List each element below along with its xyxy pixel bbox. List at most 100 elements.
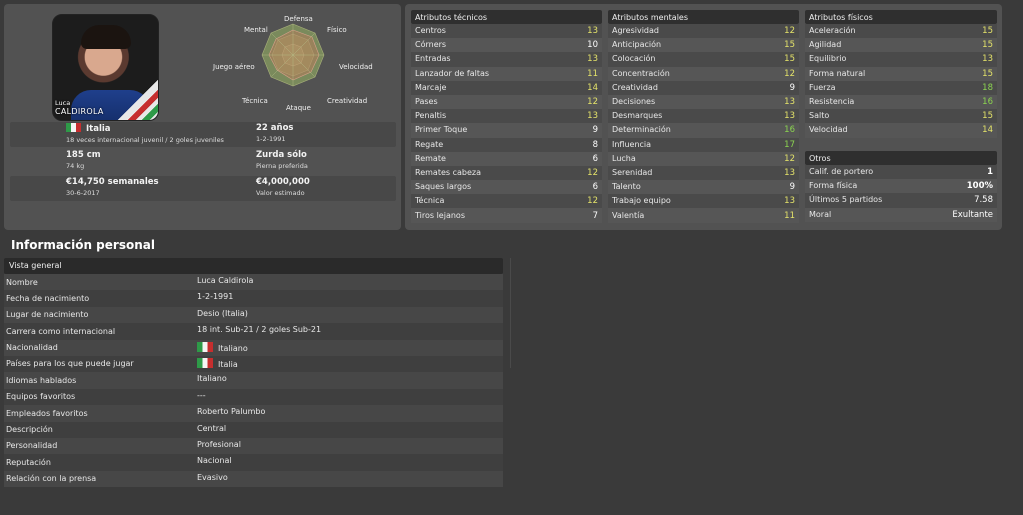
- attribute-value: 17: [784, 139, 795, 150]
- attribute-value: 15: [982, 40, 993, 51]
- attribute-value: 12: [587, 97, 598, 108]
- physical-header: Atributos físicos: [805, 10, 997, 24]
- attribute-label: Centros: [415, 26, 446, 36]
- personal-row-value: Italiano: [197, 374, 227, 383]
- mental-attributes: Atributos mentales Agresividad 12 Anticipa…: [608, 10, 799, 223]
- radar-label-ataque: Ataque: [286, 104, 311, 112]
- personal-row-label: Nombre: [6, 277, 38, 287]
- attribute-label: Anticipación: [612, 40, 662, 50]
- mental-attribute-row[interactable]: Desmarques 13: [608, 109, 799, 124]
- attribute-value: 7: [592, 210, 598, 221]
- other-attribute-row[interactable]: Forma física 100%: [805, 179, 997, 194]
- attribute-label: Equilibrio: [809, 54, 847, 64]
- physical-attribute-row[interactable]: Equilibrio 13: [805, 52, 997, 67]
- attribute-label: Remates cabeza: [415, 167, 481, 177]
- personal-row-label: Nacionalidad: [6, 343, 58, 353]
- attribute-value: 9: [789, 182, 795, 193]
- technical-attribute-row[interactable]: Penaltis 13: [411, 109, 602, 124]
- value-sub-text: Valor estimado: [256, 189, 305, 197]
- physical-attribute-row[interactable]: Resistencia 16: [805, 94, 997, 110]
- personal-row-value-text: ---: [197, 390, 206, 400]
- technical-attribute-row[interactable]: Saques largos 6: [411, 180, 602, 195]
- personal-row: Reputación Nacional: [4, 454, 503, 471]
- attribute-label: Regate: [415, 139, 444, 149]
- personal-info-table: Vista general Nombre Luca Caldirola Fecha …: [4, 258, 503, 488]
- physical-attribute-row[interactable]: Agilidad 15: [805, 38, 997, 53]
- nationality-cell: Italia 18 veces internacional juvenil / …: [66, 123, 224, 145]
- attribute-label: Agresividad: [612, 26, 659, 36]
- mental-attribute-row[interactable]: Influencia 17: [608, 137, 799, 152]
- foot-cell: Zurda sólo Pierna preferida: [256, 150, 308, 171]
- other-attribute-row[interactable]: Últimos 5 partidos 7.58: [805, 193, 997, 208]
- attribute-value: 13: [587, 111, 598, 122]
- attribute-label: Agilidad: [809, 40, 842, 50]
- other-attribute-row[interactable]: Calif. de portero 1: [805, 165, 997, 180]
- mental-attribute-row[interactable]: Serenidad 13: [608, 165, 799, 181]
- personal-row-value-text: Central: [197, 423, 227, 433]
- attribute-value: 13: [982, 54, 993, 65]
- attribute-value: 13: [784, 167, 795, 178]
- technical-attribute-row[interactable]: Remates cabeza 12: [411, 165, 602, 181]
- attribute-label: Tiros lejanos: [415, 210, 465, 220]
- physical-attribute-row[interactable]: Forma natural 15: [805, 66, 997, 81]
- height-text: 185 cm: [66, 150, 101, 160]
- attribute-value: 12: [784, 26, 795, 37]
- attribute-label: Forma física: [809, 181, 858, 191]
- technical-attribute-row[interactable]: Lanzador de faltas 11: [411, 66, 602, 81]
- mental-attribute-row[interactable]: Lucha 12: [608, 151, 799, 166]
- technical-attribute-row[interactable]: Técnica 12: [411, 194, 602, 209]
- physical-attributes: Atributos físicos Aceleración 15 Agilidad 1…: [805, 10, 997, 138]
- attribute-value: 10: [587, 40, 598, 51]
- technical-attribute-row[interactable]: Marcaje 14: [411, 80, 602, 95]
- personal-row: Personalidad Profesional: [4, 437, 503, 455]
- weight-text: 74 kg: [66, 162, 85, 170]
- personal-row-value-text: Roberto Palumbo: [197, 407, 266, 417]
- physical-attribute-row[interactable]: Velocidad 14: [805, 123, 997, 138]
- technical-attribute-row[interactable]: Remate 6: [411, 151, 602, 166]
- mental-attribute-row[interactable]: Anticipación 15: [608, 38, 799, 53]
- attribute-value: 16: [982, 97, 993, 108]
- physical-attribute-row[interactable]: Salto 15: [805, 109, 997, 124]
- player-profile-panel: Luca CALDIROLA Defensa Físico Velocidad …: [4, 4, 401, 230]
- personal-row: Carrera como internacional 18 int. Sub-21…: [4, 323, 503, 340]
- wage-text: €14,750 semanales: [66, 177, 159, 187]
- attribute-value: Exultante: [952, 209, 993, 220]
- mental-attribute-row[interactable]: Colocación 15: [608, 52, 799, 67]
- technical-attribute-row[interactable]: Tiros lejanos 7: [411, 208, 602, 223]
- attribute-label: Marcaje: [415, 82, 447, 92]
- attribute-label: Técnica: [415, 196, 445, 206]
- radar-label-creatividad: Creatividad: [327, 97, 368, 105]
- mental-attribute-row[interactable]: Agresividad 12: [608, 24, 799, 39]
- mental-attribute-row[interactable]: Valentía 11: [608, 208, 799, 223]
- technical-list: Centros 13 Córners 10 Entradas 13 Lanzador de …: [411, 24, 602, 223]
- value-text: €4,000,000: [256, 177, 310, 187]
- personal-row-value-text: Profesional: [197, 439, 241, 449]
- technical-attribute-row[interactable]: Primer Toque 9: [411, 123, 602, 138]
- mental-attribute-row[interactable]: Creatividad 9: [608, 80, 799, 95]
- technical-attribute-row[interactable]: Córners 10: [411, 38, 602, 53]
- attribute-value: 15: [982, 111, 993, 122]
- mental-attribute-row[interactable]: Talento 9: [608, 180, 799, 195]
- technical-attribute-row[interactable]: Pases 12: [411, 94, 602, 110]
- personal-row: Lugar de nacimiento Desio (Italia): [4, 306, 503, 324]
- italy-flag-icon: [66, 123, 81, 132]
- personal-row-label: Lugar de nacimiento: [6, 310, 89, 320]
- attribute-value: 100%: [966, 181, 993, 192]
- personal-row: Empleados favoritos Roberto Palumbo: [4, 405, 503, 422]
- personal-row: Descripción Central: [4, 421, 503, 438]
- others-list: Calif. de portero 1 Forma física 100% Último…: [805, 165, 997, 222]
- info-row-nationality: Italia 18 veces internacional juvenil / …: [10, 122, 396, 147]
- mental-attribute-row[interactable]: Trabajo equipo 13: [608, 194, 799, 209]
- technical-attribute-row[interactable]: Regate 8: [411, 137, 602, 152]
- photo-name-plate: Luca CALDIROLA: [55, 99, 104, 116]
- mental-attribute-row[interactable]: Decisiones 13: [608, 94, 799, 110]
- attribute-value: 12: [587, 167, 598, 178]
- mental-attribute-row[interactable]: Determinación 16: [608, 123, 799, 138]
- mental-attribute-row[interactable]: Concentración 12: [608, 66, 799, 81]
- technical-attribute-row[interactable]: Entradas 13: [411, 52, 602, 67]
- physical-attribute-row[interactable]: Aceleración 15: [805, 24, 997, 39]
- technical-attribute-row[interactable]: Centros 13: [411, 24, 602, 39]
- physical-attribute-row[interactable]: Fuerza 18: [805, 80, 997, 95]
- attribute-label: Talento: [612, 182, 641, 192]
- other-attribute-row[interactable]: Moral Exultante: [805, 207, 997, 222]
